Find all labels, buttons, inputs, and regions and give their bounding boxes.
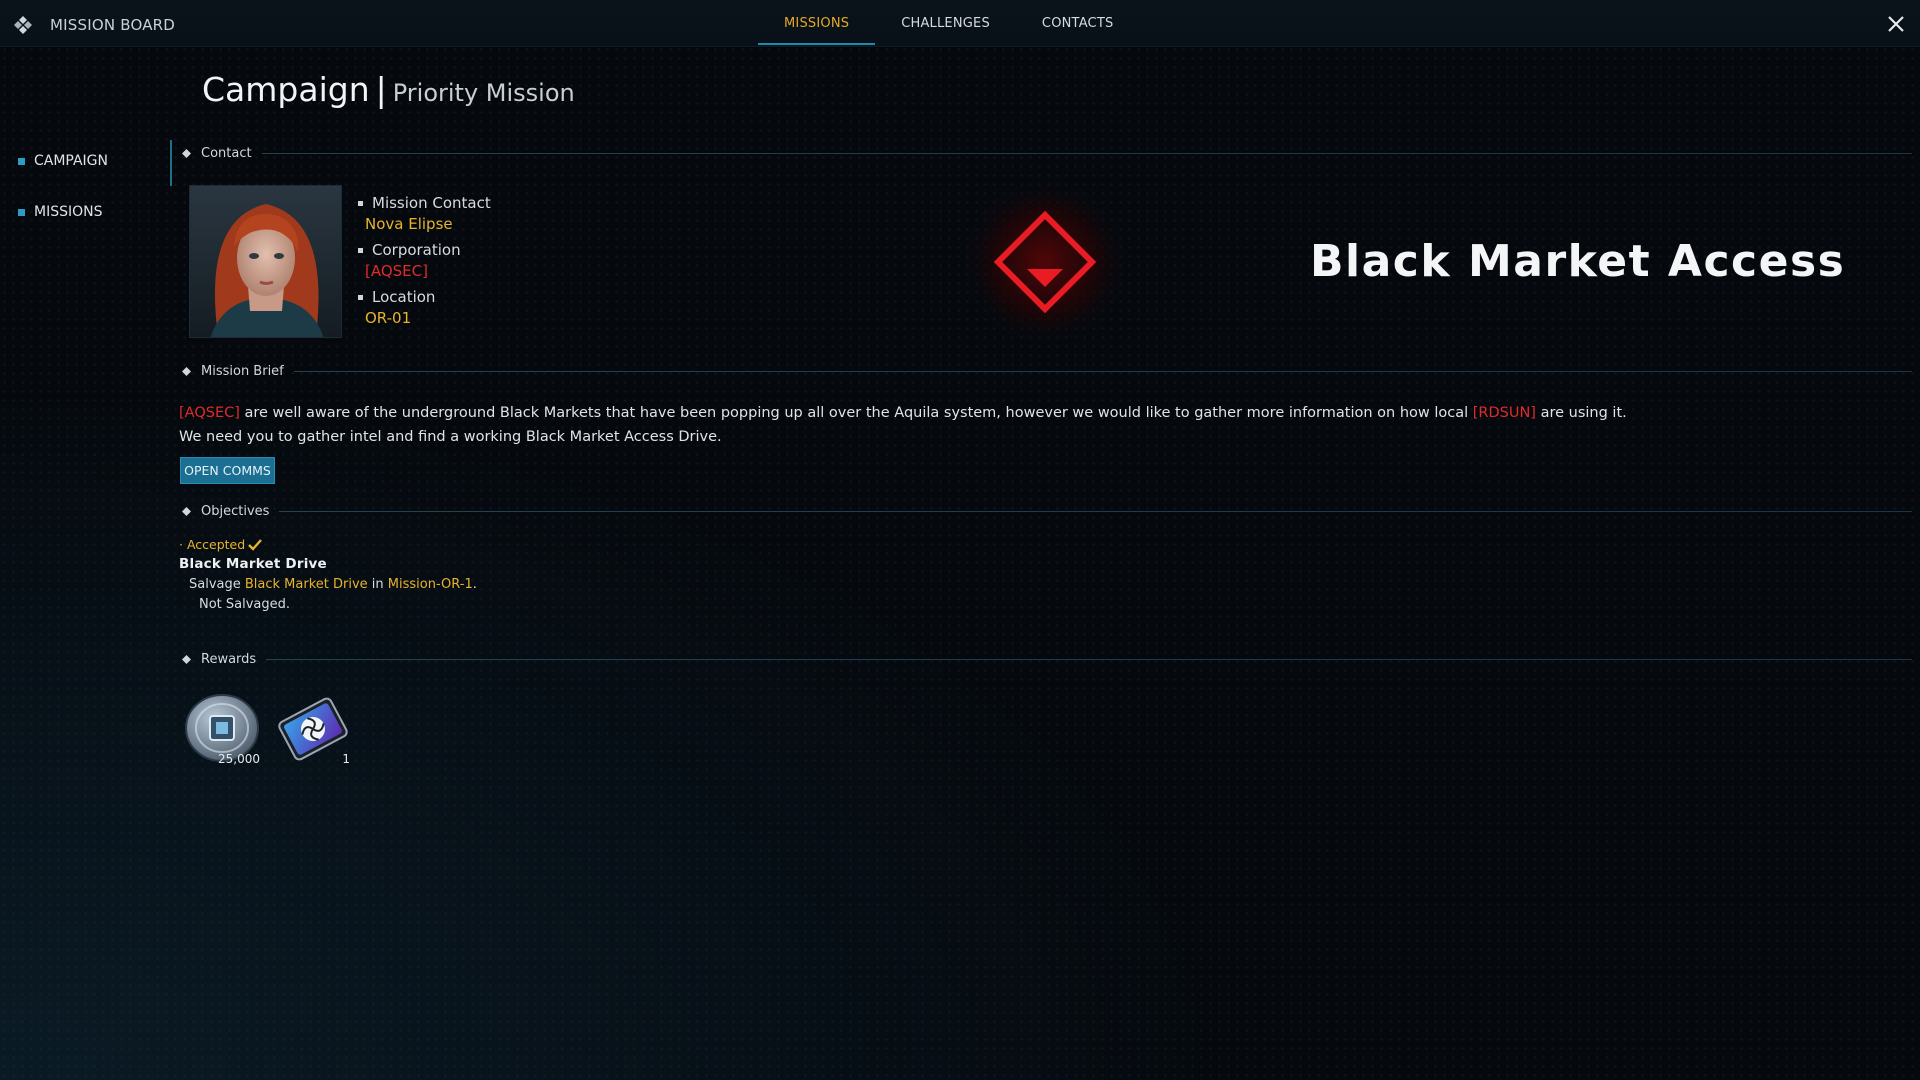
- tab-contacts[interactable]: CONTACTS: [1016, 0, 1140, 47]
- mission-name: Black Market Access: [1310, 236, 1846, 287]
- sidebar-item-label: CAMPAIGN: [34, 153, 109, 169]
- section-label: Contact: [201, 145, 252, 161]
- diamond-icon: [182, 506, 191, 516]
- sidebar: CAMPAIGN MISSIONS: [0, 140, 172, 220]
- brief-text-part: are using it.: [1535, 405, 1627, 421]
- section-label: Rewards: [201, 651, 257, 667]
- objective-task: Salvage Black Market Drive in Mission-OR…: [189, 577, 477, 592]
- faction-tag-rdsun: [RDSUN]: [1472, 405, 1536, 421]
- diamond-icon: [182, 366, 191, 376]
- reward-quantity: 1: [342, 752, 350, 766]
- reward-quantity: 25,000: [218, 752, 260, 766]
- app-title: MISSION BOARD: [50, 16, 176, 34]
- brief-line-2: We need you to gather intel and find a w…: [179, 429, 722, 445]
- page-subtitle: Priority Mission: [392, 79, 575, 107]
- section-rewards-header: Rewards: [182, 651, 1912, 667]
- corporation-label: Corporation: [358, 240, 491, 260]
- mission-contact-label: Mission Contact: [358, 193, 491, 213]
- brief-text-part: are well aware of the underground Black …: [239, 405, 1473, 421]
- section-divider: [266, 658, 1912, 660]
- section-brief-header: Mission Brief: [182, 363, 1912, 379]
- sidebar-bullet-icon: [18, 157, 25, 165]
- contact-portrait: [189, 185, 342, 338]
- section-label: Objectives: [201, 503, 270, 519]
- task-location-link: Mission-OR-1: [387, 577, 473, 592]
- sidebar-item-missions[interactable]: MISSIONS: [18, 204, 103, 220]
- section-contact-header: Contact: [182, 145, 1912, 161]
- sidebar-item-label: MISSIONS: [34, 204, 103, 220]
- diamond-icon: [182, 148, 191, 158]
- section-divider: [261, 152, 1912, 154]
- objective-status: · Accepted: [179, 537, 263, 552]
- location-value: OR-01: [365, 309, 412, 327]
- contact-info: Mission Contact Nova Elipse Corporation …: [358, 193, 491, 334]
- location-label: Location: [358, 287, 491, 307]
- page-title: Campaign | Priority Mission: [202, 70, 575, 109]
- sidebar-item-campaign[interactable]: CAMPAIGN: [18, 153, 108, 169]
- diamond-icon: [182, 654, 191, 664]
- reward-credits[interactable]: 25,000: [182, 688, 264, 770]
- tab-missions[interactable]: MISSIONS: [758, 0, 876, 47]
- top-bar: MISSION BOARD MISSIONS CHALLENGES CONTAC…: [0, 0, 1920, 47]
- sidebar-bullet-icon: [18, 208, 25, 216]
- task-text: in: [367, 577, 388, 592]
- task-item-link: Black Market Drive: [244, 577, 368, 592]
- objective-status-label: · Accepted: [179, 537, 246, 552]
- black-market-emblem-icon: [960, 177, 1130, 347]
- page-title-main: Campaign: [202, 70, 370, 109]
- mission-board-logo-icon: [14, 16, 32, 34]
- avatar: [190, 186, 341, 337]
- section-divider: [293, 370, 1912, 372]
- task-text: .: [472, 577, 477, 592]
- section-objectives-header: Objectives: [182, 503, 1912, 519]
- close-icon[interactable]: [1886, 14, 1906, 34]
- tab-challenges[interactable]: CHALLENGES: [875, 0, 1016, 47]
- task-text: Salvage: [189, 577, 245, 592]
- corporation-value: [AQSEC]: [365, 262, 428, 280]
- section-divider: [279, 510, 1912, 512]
- open-comms-button[interactable]: OPEN COMMS: [180, 457, 275, 484]
- main-tabs: MISSIONS CHALLENGES CONTACTS: [758, 0, 1139, 47]
- mission-contact-value: Nova Elipse: [365, 215, 453, 233]
- faction-tag-aqsec: [AQSEC]: [179, 405, 240, 421]
- mission-brief-text: [AQSEC] are well aware of the undergroun…: [179, 401, 1779, 449]
- reward-access-drive[interactable]: 1: [272, 688, 354, 770]
- section-label: Mission Brief: [201, 363, 284, 379]
- objective-progress: Not Salvaged.: [199, 597, 291, 612]
- checkmark-icon: [248, 538, 263, 551]
- page-title-separator: |: [375, 70, 387, 109]
- objective-title: Black Market Drive: [179, 556, 327, 572]
